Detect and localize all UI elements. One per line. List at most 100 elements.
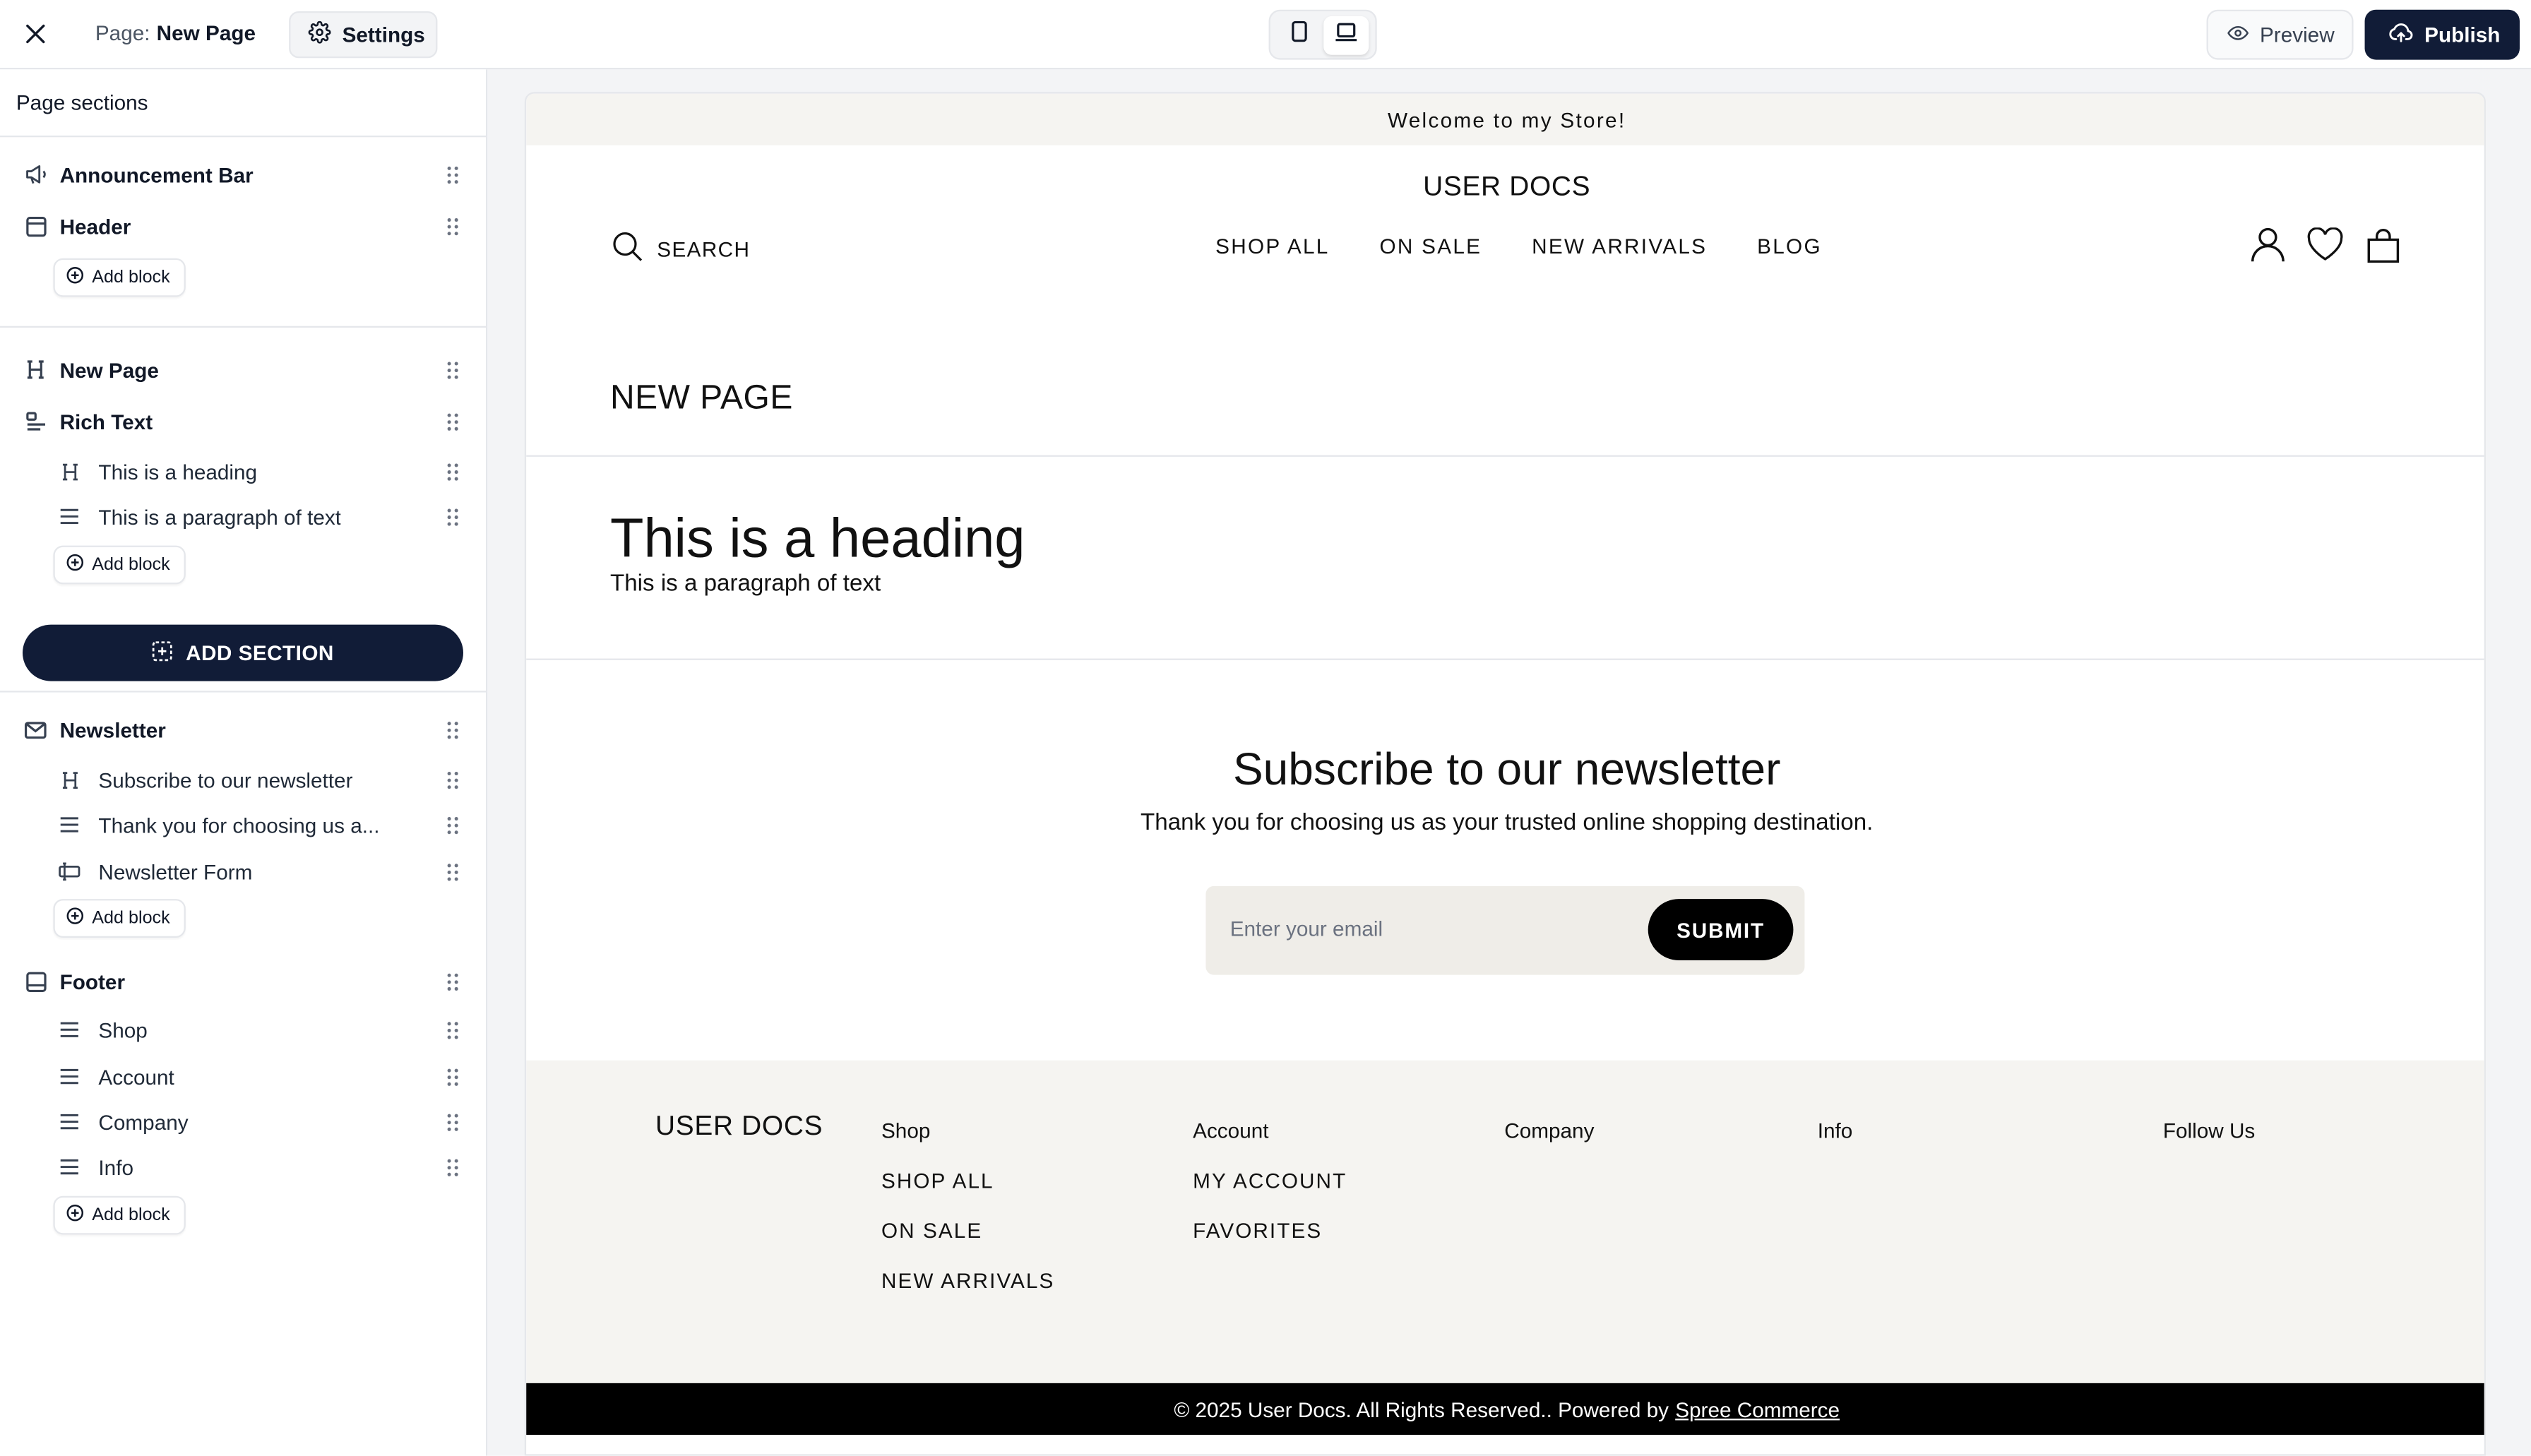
nav-item-blog[interactable]: BLOG (1757, 234, 1822, 258)
spree-commerce-link[interactable]: Spree Commerce (1675, 1397, 1840, 1421)
newsletter-heading: Subscribe to our newsletter (1232, 744, 1781, 794)
footer-link-new-arrivals[interactable]: NEW ARRIVALS (881, 1269, 1054, 1293)
gear-icon (308, 20, 331, 49)
divider (0, 135, 486, 138)
footer-link-my-account[interactable]: MY ACCOUNT (1193, 1169, 1347, 1193)
add-section-button[interactable]: ADD SECTION (22, 624, 463, 681)
copyright-text: © 2025 User Docs. All Rights Reserved.. … (1174, 1397, 1669, 1421)
shopping-bag-icon[interactable] (2365, 226, 2402, 263)
preview-canvas: Welcome to my Store! USER DOCS SEARCH SH… (487, 69, 2531, 1456)
section-newsletter[interactable]: Newsletter (0, 707, 486, 752)
heart-icon[interactable] (2306, 226, 2344, 263)
submit-button[interactable]: SUBMIT (1648, 899, 1794, 960)
footer-col-title: Account (1193, 1118, 1269, 1143)
add-section-label: ADD SECTION (186, 640, 334, 665)
publish-button[interactable]: Publish (2364, 9, 2520, 60)
close-icon[interactable] (19, 18, 52, 50)
publish-label: Publish (2424, 22, 2501, 47)
footer-col-title: Info (1817, 1118, 1853, 1143)
nav-item-new-arrivals[interactable]: NEW ARRIVALS (1532, 234, 1707, 258)
site-footer: USER DOCS Shop SHOP ALL ON SALE NEW ARRI… (526, 1060, 2484, 1383)
drag-handle-icon[interactable] (444, 460, 460, 482)
drag-handle-icon[interactable] (444, 1156, 460, 1178)
text-lines-icon (58, 813, 81, 836)
heading-icon (23, 357, 49, 383)
section-new-page[interactable]: New Page (0, 347, 486, 392)
search-label: SEARCH (657, 236, 751, 261)
search-button[interactable]: SEARCH (610, 229, 750, 268)
section-label: Footer (59, 969, 126, 993)
section-label: Newsletter (59, 717, 166, 742)
preview-button[interactable]: Preview (2206, 9, 2354, 60)
divider (0, 326, 486, 328)
device-toggle (1268, 9, 1377, 60)
block-newsletter-form[interactable]: Newsletter Form (0, 849, 486, 894)
add-block-button[interactable]: Add block (53, 545, 186, 585)
email-field[interactable]: Enter your email (1230, 917, 1383, 941)
drag-handle-icon[interactable] (444, 163, 460, 186)
plus-circle-icon (66, 554, 84, 576)
mobile-view-button[interactable] (1276, 16, 1321, 54)
block-heading[interactable]: Subscribe to our newsletter (0, 757, 486, 802)
drag-handle-icon[interactable] (444, 410, 460, 433)
announcement-text: Welcome to my Store! (1387, 107, 1626, 132)
add-block-button[interactable]: Add block (53, 899, 186, 938)
block-label: Thank you for choosing us a... (98, 812, 380, 837)
add-block-label: Add block (92, 555, 170, 575)
drag-handle-icon[interactable] (444, 860, 460, 883)
drag-handle-icon[interactable] (444, 1111, 460, 1133)
drag-handle-icon[interactable] (444, 718, 460, 741)
block-paragraph[interactable]: This is a paragraph of text (0, 494, 486, 539)
section-rich-text[interactable]: Rich Text (0, 399, 486, 444)
store-logo[interactable]: USER DOCS (526, 171, 2484, 203)
nav-item-on-sale[interactable]: ON SALE (1379, 234, 1482, 258)
block-footer-info[interactable]: Info (0, 1145, 486, 1190)
settings-button[interactable]: Settings (289, 11, 438, 59)
drag-handle-icon[interactable] (444, 505, 460, 527)
block-footer-company[interactable]: Company (0, 1099, 486, 1145)
nav-item-shop-all[interactable]: SHOP ALL (1215, 234, 1329, 258)
block-label: Account (98, 1064, 174, 1089)
drag-handle-icon[interactable] (444, 970, 460, 993)
text-lines-icon (58, 505, 81, 527)
plus-circle-icon (66, 266, 84, 289)
add-block-button[interactable]: Add block (53, 258, 186, 297)
eye-icon (2227, 22, 2249, 48)
block-footer-account[interactable]: Account (0, 1054, 486, 1099)
sidebar-title: Page sections (16, 90, 148, 115)
mobile-icon (1291, 20, 1307, 49)
footer-link-on-sale[interactable]: ON SALE (881, 1219, 1054, 1243)
announcement-bar[interactable]: Welcome to my Store! (526, 93, 2484, 145)
block-label: Shop (98, 1018, 148, 1042)
drag-handle-icon[interactable] (444, 358, 460, 381)
drag-handle-icon[interactable] (444, 1018, 460, 1041)
user-icon[interactable] (2249, 226, 2286, 263)
desktop-view-button[interactable] (1323, 15, 1369, 54)
block-heading[interactable]: This is a heading (0, 448, 486, 494)
section-announcement-bar[interactable]: Announcement Bar (0, 152, 486, 197)
footer-link-favorites[interactable]: FAVORITES (1193, 1219, 1347, 1243)
drag-handle-icon[interactable] (444, 768, 460, 791)
footer-col-title: Company (1504, 1118, 1595, 1143)
block-footer-shop[interactable]: Shop (0, 1007, 486, 1052)
sections-sidebar: Page sections Announcement Bar Header Ad… (0, 69, 488, 1456)
section-footer[interactable]: Footer (0, 959, 486, 1004)
drag-handle-icon[interactable] (444, 1066, 460, 1088)
add-block-button[interactable]: Add block (53, 1195, 186, 1235)
footer-copyright-bar: © 2025 User Docs. All Rights Reserved.. … (526, 1383, 2484, 1435)
drag-handle-icon[interactable] (444, 813, 460, 836)
footer-logo[interactable]: USER DOCS (655, 1111, 823, 1143)
rich-text-heading: This is a heading (609, 508, 1025, 570)
settings-label: Settings (342, 22, 425, 47)
page-label: Page: (95, 20, 150, 45)
section-header[interactable]: Header (0, 203, 486, 249)
block-paragraph[interactable]: Thank you for choosing us a... (0, 802, 486, 847)
drag-handle-icon[interactable] (444, 215, 460, 237)
footer-col-title: Follow Us (2162, 1118, 2256, 1143)
block-label: Info (98, 1154, 133, 1179)
store-preview-frame: Welcome to my Store! USER DOCS SEARCH SH… (524, 92, 2486, 1456)
preview-label: Preview (2259, 22, 2335, 47)
section-label: Rich Text (59, 409, 153, 434)
text-align-icon (23, 408, 49, 434)
footer-link-shop-all[interactable]: SHOP ALL (881, 1169, 1054, 1193)
